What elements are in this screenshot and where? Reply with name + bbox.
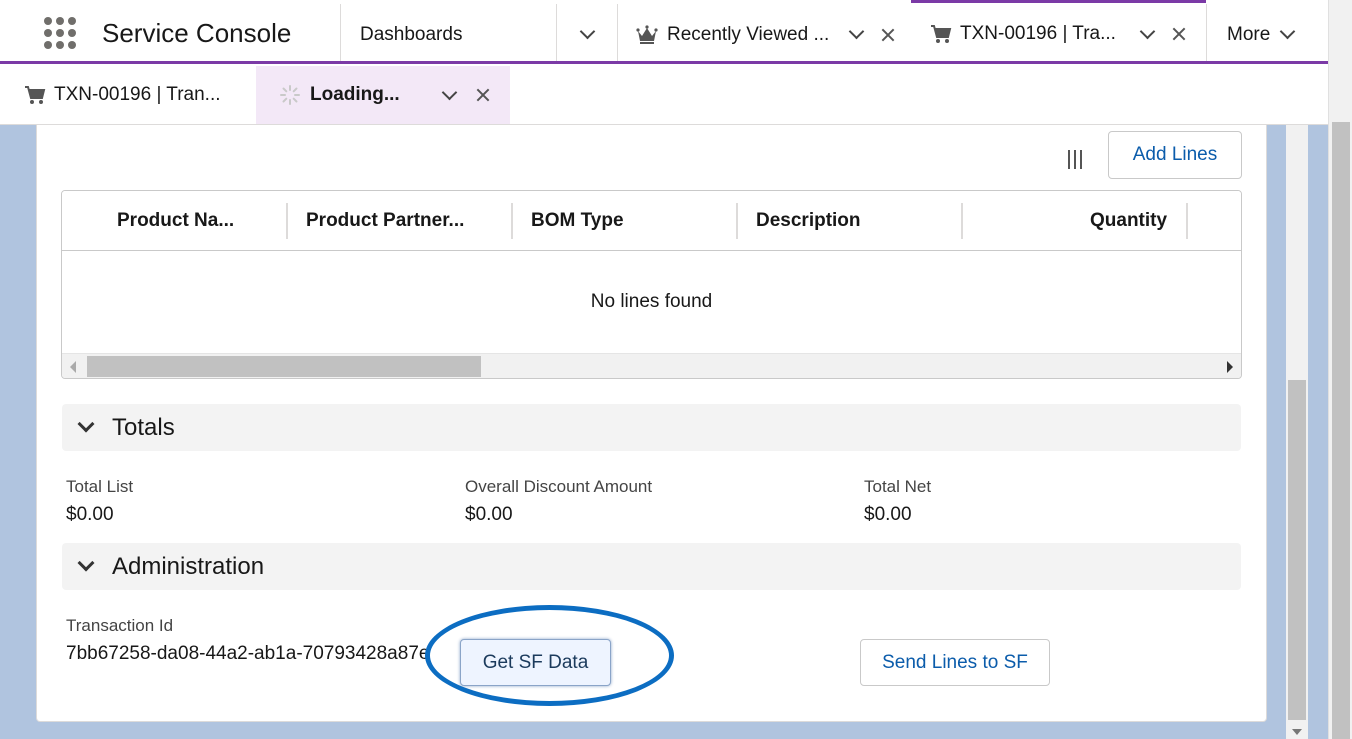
content-scrollbar[interactable] <box>1286 125 1308 739</box>
total-net-value: $0.00 <box>864 504 912 525</box>
more-label: More <box>1227 23 1271 45</box>
transaction-id-value: 7bb67258-da08-44a2-ab1a-70793428a87e <box>66 643 430 664</box>
table-header: Product Na... Product Partner... BOM Typ… <box>62 191 1241 251</box>
subtab-txn-label: TXN-00196 | Tran... <box>54 84 221 105</box>
scroll-right-icon[interactable] <box>1227 361 1233 373</box>
overall-discount-label: Overall Discount Amount <box>465 477 653 496</box>
highlight-annotation <box>425 605 674 706</box>
chevron-down-icon[interactable] <box>849 23 865 40</box>
column-header[interactable]: BOM Type <box>531 191 624 251</box>
tab-dashboards[interactable]: Dashboards <box>341 4 556 65</box>
chevron-down-icon[interactable] <box>441 84 457 100</box>
send-lines-to-sf-button[interactable]: Send Lines to SF <box>860 639 1050 686</box>
chevron-down-icon <box>77 554 95 571</box>
cart-icon <box>931 25 952 43</box>
total-list-value: $0.00 <box>66 504 114 525</box>
totals-title: Totals <box>112 413 175 441</box>
overall-discount-value: $0.00 <box>465 504 513 525</box>
totals-section-header[interactable]: Totals <box>62 404 1241 451</box>
spinner-icon <box>280 85 300 105</box>
tab-txn-label: TXN-00196 | Tra... <box>960 23 1116 44</box>
column-header[interactable]: Product Partner... <box>306 191 464 251</box>
total-list-label: Total List <box>66 477 134 496</box>
tab-recently-viewed[interactable]: Recently Viewed ... <box>618 4 911 65</box>
global-nav-bar: Service Console Dashboards Recently View… <box>0 0 1328 65</box>
tab-dashboards-label: Dashboards <box>360 23 463 45</box>
scroll-left-icon[interactable] <box>70 361 76 373</box>
tab-recently-viewed-label: Recently Viewed ... <box>667 23 830 45</box>
chevron-down-icon <box>579 23 595 40</box>
add-lines-button[interactable]: Add Lines <box>1108 131 1242 179</box>
close-icon[interactable] <box>880 27 896 43</box>
subtab-loading-label: Loading... <box>310 84 400 105</box>
scroll-thumb[interactable] <box>1288 380 1306 720</box>
more-tabs-button[interactable]: More <box>1207 4 1328 65</box>
chevron-down-icon[interactable] <box>1139 23 1156 39</box>
chevron-down-icon <box>77 415 95 432</box>
column-settings-icon[interactable] <box>1068 150 1082 169</box>
subtab-bar: TXN-00196 | Tran... Loading... <box>0 64 1328 125</box>
scroll-down-icon[interactable] <box>1292 729 1302 735</box>
crown-icon <box>636 24 658 44</box>
column-header[interactable]: Product Na... <box>117 191 234 251</box>
scroll-thumb[interactable] <box>87 356 481 377</box>
lines-table: Product Na... Product Partner... BOM Typ… <box>61 190 1242 379</box>
subtab-loading[interactable]: Loading... <box>256 66 510 124</box>
close-icon[interactable] <box>475 87 491 103</box>
cart-icon <box>25 86 46 104</box>
horizontal-scrollbar[interactable] <box>62 353 1241 378</box>
app-launcher-icon[interactable] <box>44 17 76 49</box>
page-scrollbar[interactable] <box>1328 0 1352 739</box>
scroll-thumb[interactable] <box>1332 122 1350 739</box>
tab-dashboards-menu[interactable] <box>557 4 617 65</box>
tab-txn-00196[interactable]: TXN-00196 | Tra... <box>911 0 1206 65</box>
empty-message: No lines found <box>590 291 713 312</box>
total-net-label: Total Net <box>864 477 932 496</box>
chevron-down-icon <box>1280 23 1296 40</box>
subtab-txn[interactable]: TXN-00196 | Tran... <box>24 66 256 124</box>
administration-title: Administration <box>112 552 265 580</box>
close-icon[interactable] <box>1171 26 1187 42</box>
transaction-id-label: Transaction Id <box>66 616 174 635</box>
app-name: Service Console <box>102 18 292 48</box>
column-header[interactable]: Description <box>756 191 861 251</box>
administration-section-header[interactable]: Administration <box>62 543 1241 590</box>
column-header[interactable]: Quantity <box>1090 191 1167 251</box>
